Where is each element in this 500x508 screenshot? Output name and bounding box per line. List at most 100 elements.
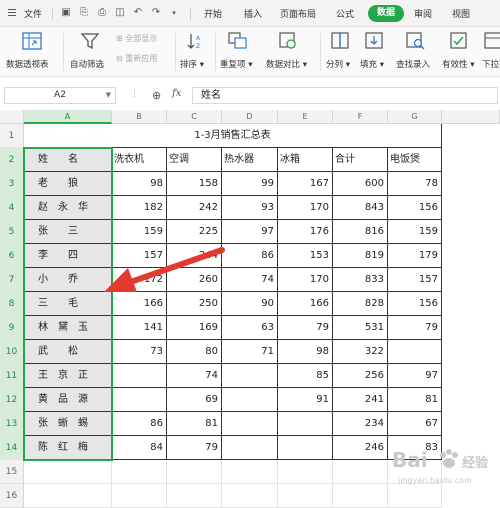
- row-header-6[interactable]: 6: [0, 244, 24, 268]
- empty-cell[interactable]: [278, 484, 333, 508]
- tab-view[interactable]: 视图: [452, 7, 470, 20]
- zoom-search-icon[interactable]: ⊕: [152, 89, 161, 102]
- name-cell[interactable]: 武 松: [24, 340, 112, 364]
- value-cell[interactable]: 79: [278, 316, 333, 340]
- select-all-corner[interactable]: [0, 110, 24, 124]
- value-cell[interactable]: 81: [388, 388, 442, 412]
- tab-data[interactable]: 数据: [368, 5, 404, 22]
- split-columns-button[interactable]: 分列 ▾: [326, 27, 354, 77]
- name-box-dropdown-icon[interactable]: ▼: [106, 88, 111, 103]
- duplicates-button[interactable]: 重复项 ▾: [220, 27, 256, 77]
- value-cell[interactable]: 170: [278, 268, 333, 292]
- name-cell[interactable]: 张 三: [24, 220, 112, 244]
- value-cell[interactable]: 157: [112, 244, 167, 268]
- formula-input[interactable]: 姓名: [192, 87, 498, 104]
- column-header-f[interactable]: F: [333, 110, 388, 124]
- empty-cell[interactable]: [112, 460, 167, 484]
- row-header-1[interactable]: 1: [0, 124, 24, 148]
- lookup-entry-button[interactable]: 查找录入: [396, 27, 436, 77]
- print-preview-icon[interactable]: ◫: [114, 7, 126, 19]
- value-cell[interactable]: 63: [222, 316, 278, 340]
- value-cell[interactable]: 182: [112, 196, 167, 220]
- column-header-e[interactable]: E: [278, 110, 333, 124]
- value-cell[interactable]: 81: [167, 412, 222, 436]
- value-cell[interactable]: 73: [112, 340, 167, 364]
- row-header-3[interactable]: 3: [0, 172, 24, 196]
- value-cell[interactable]: 843: [333, 196, 388, 220]
- value-cell[interactable]: 169: [167, 316, 222, 340]
- export-icon[interactable]: ⎘: [78, 7, 90, 19]
- pivot-table-button[interactable]: 数据透视表: [6, 27, 58, 77]
- row-header-13[interactable]: 13: [0, 412, 24, 436]
- value-cell[interactable]: [222, 364, 278, 388]
- name-cell[interactable]: 陈 红 梅: [24, 436, 112, 460]
- value-cell[interactable]: 91: [278, 388, 333, 412]
- validity-button[interactable]: 有效性 ▾: [442, 27, 476, 77]
- empty-cell[interactable]: [24, 460, 112, 484]
- value-cell[interactable]: 74: [167, 364, 222, 388]
- tab-formulas[interactable]: 公式: [336, 7, 354, 20]
- empty-cell[interactable]: [278, 460, 333, 484]
- column-header-a[interactable]: A: [24, 110, 112, 124]
- value-cell[interactable]: 167: [278, 172, 333, 196]
- value-cell[interactable]: 85: [278, 364, 333, 388]
- value-cell[interactable]: 158: [167, 172, 222, 196]
- value-cell[interactable]: 172: [112, 268, 167, 292]
- value-cell[interactable]: 179: [388, 244, 442, 268]
- row-header-15[interactable]: 15: [0, 460, 24, 484]
- value-cell[interactable]: 79: [388, 316, 442, 340]
- column-header-g[interactable]: G: [388, 110, 442, 124]
- value-cell[interactable]: 244: [167, 244, 222, 268]
- menu-icon[interactable]: [8, 9, 16, 16]
- header-cell[interactable]: 冰箱: [278, 148, 333, 172]
- empty-cell[interactable]: [222, 484, 278, 508]
- value-cell[interactable]: [278, 412, 333, 436]
- value-cell[interactable]: [112, 364, 167, 388]
- value-cell[interactable]: 828: [333, 292, 388, 316]
- quick-access-dropdown-icon[interactable]: ▾: [168, 7, 180, 19]
- row-header-5[interactable]: 5: [0, 220, 24, 244]
- value-cell[interactable]: 225: [167, 220, 222, 244]
- value-cell[interactable]: 86: [222, 244, 278, 268]
- file-menu[interactable]: 文件: [24, 7, 42, 20]
- value-cell[interactable]: 166: [112, 292, 167, 316]
- data-compare-button[interactable]: 数据对比 ▾: [266, 27, 310, 77]
- show-all-button[interactable]: ⊞ 全部显示: [116, 33, 157, 44]
- value-cell[interactable]: 260: [167, 268, 222, 292]
- row-header-9[interactable]: 9: [0, 316, 24, 340]
- value-cell[interactable]: 80: [167, 340, 222, 364]
- value-cell[interactable]: 71: [222, 340, 278, 364]
- header-name-cell[interactable]: 姓 名: [24, 148, 112, 172]
- auto-filter-button[interactable]: 自动筛选: [70, 27, 110, 77]
- value-cell[interactable]: 241: [333, 388, 388, 412]
- value-cell[interactable]: [388, 340, 442, 364]
- value-cell[interactable]: 153: [278, 244, 333, 268]
- value-cell[interactable]: 250: [167, 292, 222, 316]
- value-cell[interactable]: 93: [222, 196, 278, 220]
- reapply-button[interactable]: ⊟ 重新应用: [116, 53, 157, 64]
- value-cell[interactable]: 246: [333, 436, 388, 460]
- value-cell[interactable]: 256: [333, 364, 388, 388]
- value-cell[interactable]: 67: [388, 412, 442, 436]
- empty-cell[interactable]: [167, 484, 222, 508]
- value-cell[interactable]: 833: [333, 268, 388, 292]
- name-cell[interactable]: 老 狼: [24, 172, 112, 196]
- value-cell[interactable]: 170: [278, 196, 333, 220]
- row-header-8[interactable]: 8: [0, 292, 24, 316]
- value-cell[interactable]: 141: [112, 316, 167, 340]
- value-cell[interactable]: 78: [388, 172, 442, 196]
- header-cell[interactable]: 电饭煲: [388, 148, 442, 172]
- value-cell[interactable]: 74: [222, 268, 278, 292]
- value-cell[interactable]: 157: [388, 268, 442, 292]
- name-cell[interactable]: 小 乔: [24, 268, 112, 292]
- value-cell[interactable]: 322: [333, 340, 388, 364]
- value-cell[interactable]: 819: [333, 244, 388, 268]
- header-cell[interactable]: 洗衣机: [112, 148, 167, 172]
- tab-review[interactable]: 审阅: [414, 7, 432, 20]
- column-header-b[interactable]: B: [112, 110, 167, 124]
- value-cell[interactable]: 156: [388, 196, 442, 220]
- header-cell[interactable]: 热水器: [222, 148, 278, 172]
- value-cell[interactable]: 97: [222, 220, 278, 244]
- value-cell[interactable]: 166: [278, 292, 333, 316]
- value-cell[interactable]: [222, 388, 278, 412]
